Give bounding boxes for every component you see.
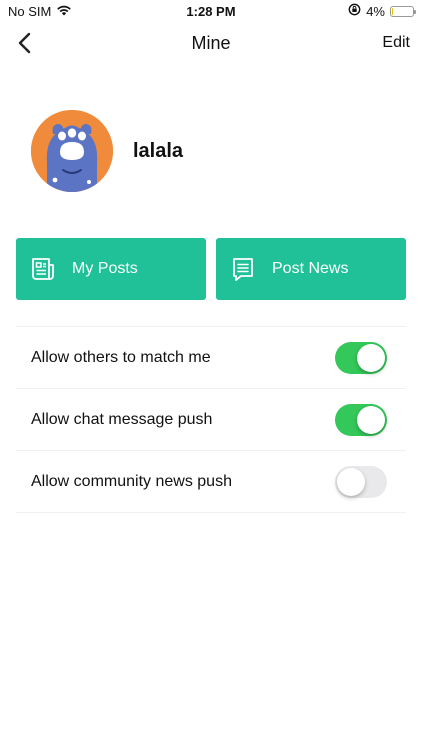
action-row: My Posts Post News <box>16 238 406 300</box>
setting-label: Allow chat message push <box>31 410 213 428</box>
my-posts-label: My Posts <box>72 260 138 277</box>
toggle-knob <box>357 343 385 372</box>
battery-icon <box>390 5 416 17</box>
setting-match-me: Allow others to match me <box>16 327 406 389</box>
my-posts-button[interactable]: My Posts <box>16 238 206 300</box>
avatar[interactable] <box>31 110 113 192</box>
post-news-label: Post News <box>272 260 349 277</box>
toggle-knob <box>337 467 365 496</box>
message-icon <box>230 256 256 282</box>
setting-chat-push: Allow chat message push <box>16 389 406 451</box>
setting-label: Allow community news push <box>31 472 232 490</box>
username: lalala <box>133 139 184 162</box>
nav-bar: Mine Edit <box>0 24 422 62</box>
orientation-lock-icon <box>348 3 361 19</box>
edit-button[interactable]: Edit <box>382 34 410 52</box>
status-right: 4% <box>348 3 416 19</box>
document-icon <box>30 256 56 282</box>
match-me-toggle[interactable] <box>335 341 387 374</box>
chat-push-toggle[interactable] <box>335 403 387 436</box>
setting-label: Allow others to match me <box>31 348 211 366</box>
battery-percent: 4% <box>366 3 385 19</box>
community-push-toggle[interactable] <box>335 465 387 498</box>
cat-paw-avatar <box>31 110 113 192</box>
setting-community-push: Allow community news push <box>16 451 406 513</box>
status-bar: No SIM 1:28 PM 4% <box>0 0 422 22</box>
toggle-knob <box>357 405 385 434</box>
profile-header: lalala <box>31 110 183 192</box>
post-news-button[interactable]: Post News <box>216 238 406 300</box>
battery-fill <box>392 7 393 15</box>
page-title: Mine <box>191 33 231 53</box>
settings-list: Allow others to match me Allow chat mess… <box>16 326 406 513</box>
